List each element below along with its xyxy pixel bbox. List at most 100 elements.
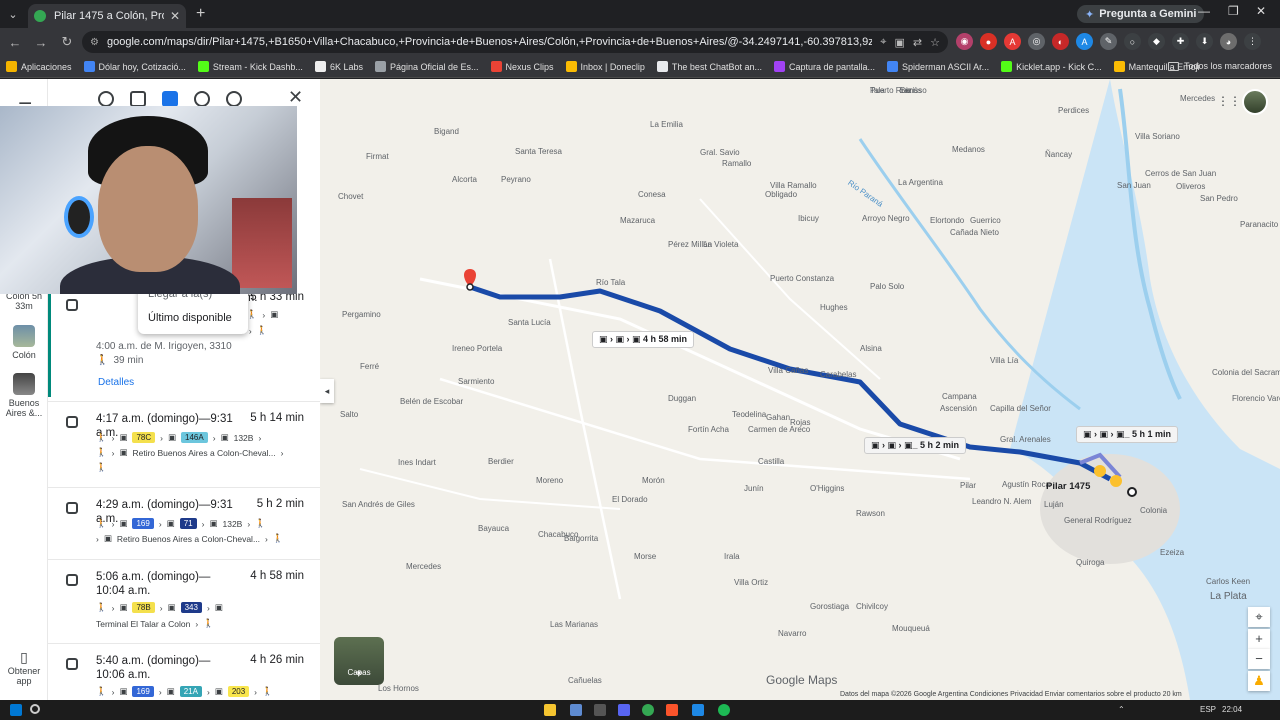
place-label[interactable]: Hughes [820, 303, 848, 312]
place-label[interactable]: Pergamino [342, 310, 381, 319]
browser-menu-icon[interactable]: ⋮ [1244, 33, 1261, 50]
place-label[interactable]: Cerros de San Juan [1145, 169, 1216, 178]
place-label[interactable]: Carlos Keen [1206, 577, 1250, 586]
extension-icon[interactable]: A [1076, 33, 1093, 50]
place-label[interactable]: Santa Lucía [508, 318, 551, 327]
place-label[interactable]: Puerto Constanza [770, 274, 835, 283]
extension-icon[interactable]: ◎ [1028, 33, 1045, 50]
place-label[interactable]: Oliveros [1176, 182, 1205, 191]
my-location-icon[interactable]: ⌖ [1248, 607, 1270, 627]
place-label[interactable]: Mercedes [1180, 94, 1215, 103]
pegman-icon[interactable]: ♟ [1248, 671, 1270, 691]
layers-button[interactable]: ◈ Capas [334, 637, 384, 685]
extension-icon[interactable]: ✎ [1100, 33, 1117, 50]
place-label[interactable]: O'Higgins [810, 484, 844, 493]
place-label[interactable]: Teodelina [732, 410, 767, 419]
taskbar-app-icon[interactable] [570, 704, 582, 716]
place-label[interactable]: Carmen de Areco [748, 425, 811, 434]
bookmark-item[interactable]: 6K Labs [314, 61, 363, 72]
bookmark-item[interactable]: Inbox | Doneclip [565, 61, 645, 72]
bookmark-item[interactable]: Stream - Kick Dashb... [197, 61, 303, 72]
route-duration-label[interactable]: ▣ › ▣ › ▣ 4 h 58 min [592, 331, 695, 348]
place-label[interactable]: Irala [724, 552, 740, 561]
place-label[interactable]: Peyrano [501, 175, 531, 184]
place-label[interactable]: Berdier [488, 457, 514, 466]
forward-icon[interactable]: → [30, 35, 52, 50]
gemini-button[interactable]: ✦ Pregunta a Gemini [1077, 5, 1205, 23]
place-label[interactable]: Chovet [338, 192, 364, 201]
place-label[interactable]: Quiroga [1076, 558, 1105, 567]
extension-icon[interactable]: ◐ [1052, 33, 1069, 50]
place-label[interactable]: Chivilcoy [856, 602, 888, 611]
place-label[interactable]: Ascensión [940, 404, 977, 413]
back-icon[interactable]: ← [4, 35, 26, 50]
discord-icon[interactable] [618, 704, 630, 716]
chrome-icon[interactable] [642, 704, 654, 716]
route-option[interactable]: 4:17 a.m. (domingo)—9:31 a.m. 5 h 14 min… [48, 401, 320, 487]
tab-close-icon[interactable]: ✕ [170, 9, 180, 23]
address-bar[interactable]: ⚙ google.com/maps/dir/Pilar+1475,+B1650+… [82, 31, 948, 53]
rail-item-buenos-aires[interactable]: Buenos Aires &... [4, 373, 44, 418]
place-label[interactable]: Capilla del Señor [990, 404, 1051, 413]
transit-icon[interactable] [162, 91, 178, 107]
extension-icon[interactable]: ◉ [956, 33, 973, 50]
best-route-icon[interactable] [98, 91, 114, 107]
extensions-puzzle-icon[interactable]: ✚ [1172, 33, 1189, 50]
place-label[interactable]: Bayauca [478, 524, 510, 533]
place-label[interactable]: San Andrés de Giles [342, 500, 415, 509]
restore-icon[interactable]: ❐ [1228, 4, 1239, 18]
place-label[interactable]: Fortín Acha [688, 425, 729, 434]
route-duration-label[interactable]: ▣ › ▣ › ▣_ 5 h 2 min [864, 437, 967, 454]
taskbar-app-icon[interactable] [594, 704, 606, 716]
place-label[interactable]: Ireneo Portela [452, 344, 503, 353]
close-directions-icon[interactable]: ✕ [288, 87, 303, 108]
place-label[interactable]: Los Hornos [378, 684, 419, 693]
bookmark-item[interactable]: The best ChatBot an... [656, 61, 762, 72]
place-label[interactable]: Bigand [434, 127, 459, 136]
profile-avatar[interactable]: ◕ [1220, 33, 1237, 50]
place-label[interactable]: Elortondo [930, 216, 965, 225]
input-language[interactable]: ESP [1200, 705, 1216, 714]
extension-icon[interactable]: ◆ [1148, 33, 1165, 50]
place-label[interactable]: Cañada Nieto [950, 228, 999, 237]
place-label[interactable]: Villa Cañas [768, 366, 808, 375]
place-label[interactable]: Río Tala [596, 278, 626, 287]
place-label[interactable]: Villa Ramallo [770, 181, 817, 190]
zoom-out-button[interactable]: − [1248, 649, 1270, 669]
place-label[interactable]: Junín [744, 484, 764, 493]
minimize-icon[interactable]: — [1198, 4, 1210, 18]
place-label[interactable]: Villa Soriano [1135, 132, 1180, 141]
site-info-icon[interactable]: ⚙ [90, 37, 99, 48]
place-label[interactable]: Ines Indart [398, 458, 437, 467]
place-label[interactable]: Villa Lía [990, 356, 1019, 365]
place-label[interactable]: Gral. Arenales [1000, 435, 1051, 444]
all-bookmarks-folder[interactable]: Todos los marcadores [1167, 61, 1272, 71]
place-label[interactable]: Leandro N. Alem [972, 497, 1032, 506]
url-text[interactable]: google.com/maps/dir/Pilar+1475,+B1650+Vi… [107, 36, 872, 48]
place-label[interactable]: La Emilia [650, 120, 683, 129]
spotify-icon[interactable] [718, 704, 730, 716]
place-label[interactable]: Gral. Savio [700, 148, 740, 157]
place-label[interactable]: San Juan [1117, 181, 1151, 190]
place-label[interactable]: Tala [870, 86, 885, 95]
place-label[interactable]: Perdices [1058, 106, 1089, 115]
place-label[interactable]: Baigorrita [564, 534, 599, 543]
bookmark-star-icon[interactable]: ☆ [930, 36, 940, 49]
window-close-icon[interactable]: ✕ [1256, 4, 1266, 18]
route-option[interactable]: 5:40 a.m. (domingo)—10:06 a.m. 4 h 26 mi… [48, 643, 320, 700]
extension-icon[interactable]: ● [980, 33, 997, 50]
place-label[interactable]: Paranacito [1240, 220, 1279, 229]
place-label[interactable]: Obligado [765, 190, 798, 199]
place-label[interactable]: Ezeiza [1160, 548, 1185, 557]
place-label[interactable]: Moreno [536, 476, 564, 485]
map-canvas[interactable]: Puerto Ruiz Berisso Mercedes Perdices Bigand… [320, 79, 1280, 700]
search-icon[interactable] [30, 704, 40, 714]
place-label[interactable]: Mercedes [406, 562, 441, 571]
place-label[interactable]: Cañuelas [568, 676, 602, 685]
place-label[interactable]: Castilla [758, 457, 785, 466]
route-option[interactable]: 4:29 a.m. (domingo)—9:31 a.m. 5 h 2 min … [48, 487, 320, 559]
car-icon[interactable] [130, 91, 146, 107]
place-label[interactable]: Medanos [952, 145, 985, 154]
route-option[interactable]: 5:06 a.m. (domingo)—10:04 a.m. 4 h 58 mi… [48, 559, 320, 643]
place-label[interactable]: Ibicuy [798, 214, 819, 223]
